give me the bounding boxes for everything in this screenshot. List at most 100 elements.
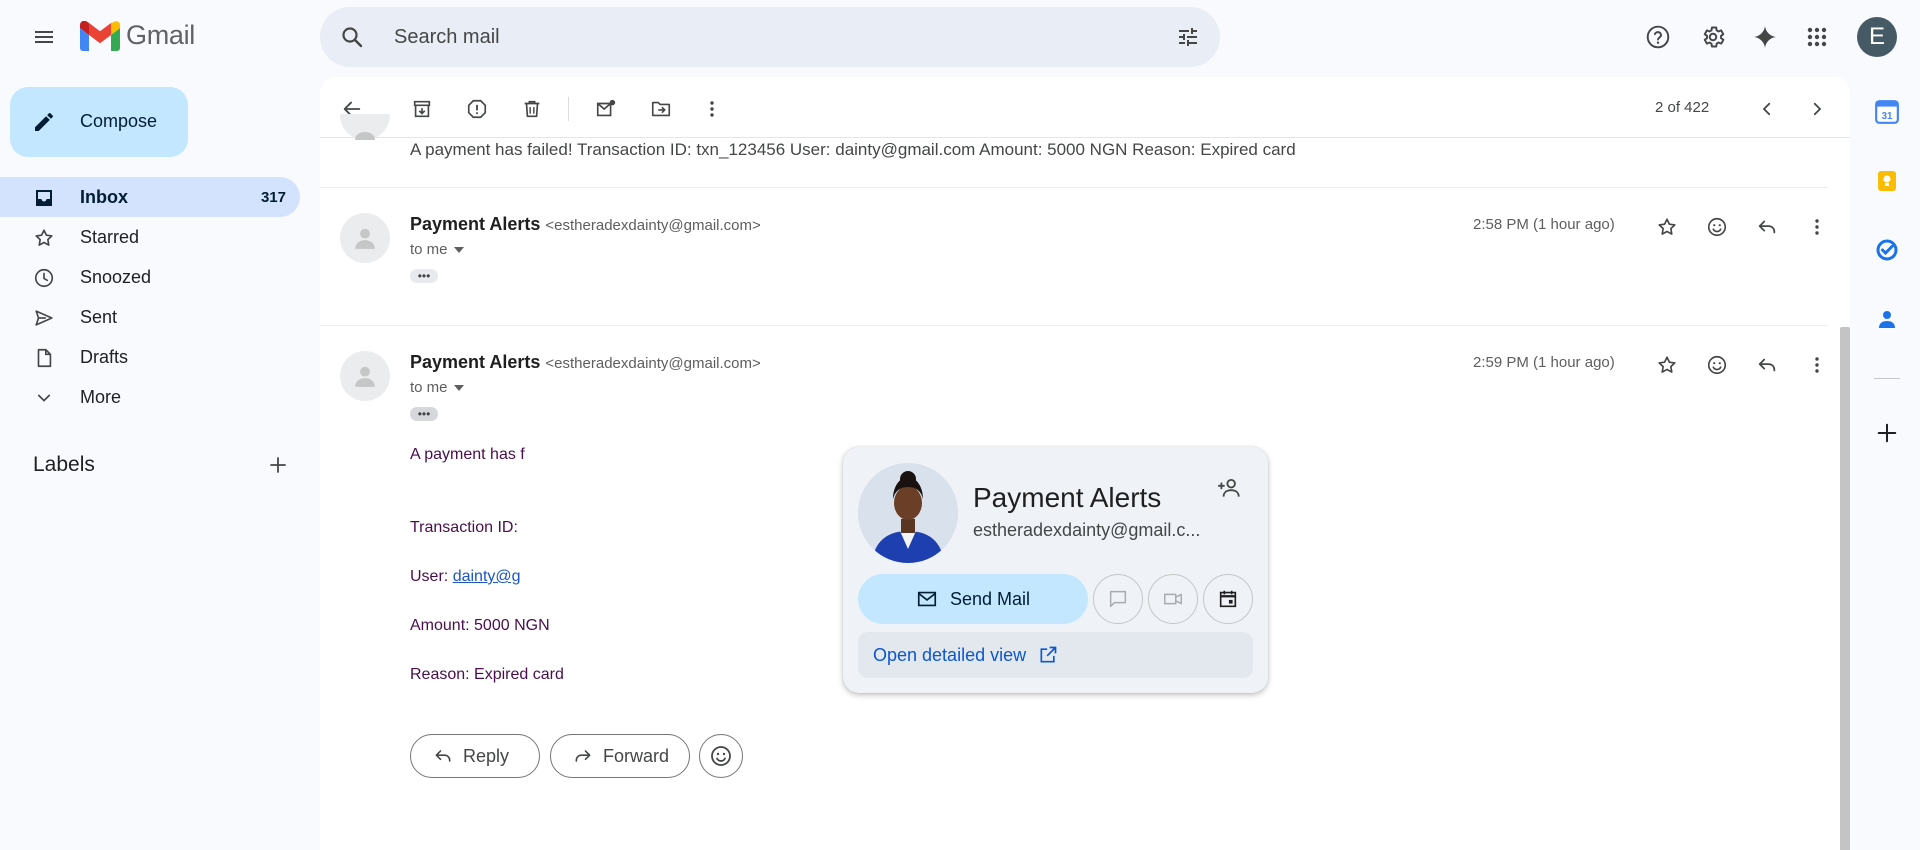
sidebar-item-more[interactable]: More (0, 377, 300, 417)
plus-icon (270, 457, 286, 473)
star-icon (1658, 218, 1676, 235)
move-to-folder-icon (651, 101, 671, 117)
mail-icon (917, 591, 937, 607)
search-button[interactable] (334, 19, 370, 55)
google-calendar-icon: 31 (1875, 100, 1899, 124)
reply-pill-button[interactable]: Reply (410, 734, 540, 778)
sidebar-item-label: Snoozed (80, 267, 152, 287)
reply-icon (1758, 358, 1776, 372)
message-body-amount: Amount: 5000 NGN (410, 617, 550, 634)
keep-app-button[interactable] (1871, 165, 1903, 197)
compose-button[interactable]: Compose (10, 87, 188, 157)
toolbar-divider (568, 97, 569, 121)
contacts-app-button[interactable] (1871, 303, 1903, 335)
main-menu-button[interactable] (20, 13, 68, 61)
sidebar-item-sent[interactable]: Sent (0, 297, 300, 337)
mark-unread-icon (596, 99, 616, 117)
message-divider (320, 325, 1828, 326)
sender-name-text: Payment Alerts (410, 214, 541, 234)
trash-icon (524, 100, 540, 118)
person-add-icon (1218, 478, 1240, 497)
tasks-app-button[interactable] (1871, 234, 1903, 266)
contact-name: Payment Alerts (973, 482, 1162, 513)
labels-heading: Labels (33, 453, 95, 476)
show-trimmed-content-button[interactable]: ••• (410, 269, 438, 283)
reply-button[interactable] (1747, 345, 1787, 385)
star-button[interactable] (1647, 345, 1687, 385)
sidebar-item-drafts[interactable]: Drafts (0, 337, 300, 377)
person-icon (355, 132, 375, 140)
scrollbar-thumb[interactable] (1840, 327, 1850, 850)
more-vert-icon (710, 101, 714, 117)
older-button[interactable] (1797, 89, 1837, 129)
sidebar-item-snoozed[interactable]: Snoozed (0, 257, 300, 297)
reply-button[interactable] (1747, 207, 1787, 247)
emoji-icon (1707, 355, 1727, 375)
search-input[interactable] (394, 19, 1114, 55)
move-to-button[interactable] (641, 89, 681, 129)
show-trimmed-content-button[interactable]: ••• (410, 407, 438, 421)
gemini-button[interactable] (1741, 13, 1789, 61)
pagination-label: 2 of 422 (1655, 99, 1710, 116)
delete-button[interactable] (512, 89, 552, 129)
settings-button[interactable] (1689, 13, 1737, 61)
contacts-icon (1879, 311, 1895, 328)
message-more-button[interactable] (1797, 207, 1837, 247)
star-button[interactable] (1647, 207, 1687, 247)
search-icon (342, 27, 363, 48)
reply-icon (435, 750, 451, 762)
report-spam-button[interactable] (457, 89, 497, 129)
caret-down-icon (453, 384, 464, 391)
star-icon (32, 226, 56, 250)
sender-name[interactable]: Payment Alerts <estheradexdainty@gmail.c… (410, 214, 761, 235)
user-email-link[interactable]: dainty@g (453, 568, 521, 585)
apps-button[interactable] (1793, 13, 1841, 61)
sidebar-item-starred[interactable]: Starred (0, 217, 300, 257)
account-avatar[interactable]: E (1857, 17, 1897, 57)
gmail-logo[interactable]: Gmail (80, 20, 195, 51)
forward-pill-button[interactable]: Forward (550, 734, 690, 778)
tune-icon (1179, 28, 1197, 46)
add-contact-button[interactable] (1213, 472, 1245, 504)
send-mail-button[interactable]: Send Mail (858, 574, 1088, 624)
schedule-event-button[interactable] (1203, 574, 1253, 624)
add-reaction-button[interactable] (1697, 345, 1737, 385)
add-reaction-button[interactable] (1697, 207, 1737, 247)
sidebar-nav: Inbox 317 Starred Snoozed Sent Drafts Mo… (0, 177, 300, 417)
recipients-toggle[interactable]: to me (410, 379, 464, 396)
newer-button[interactable] (1747, 89, 1787, 129)
archive-button[interactable] (402, 89, 442, 129)
message-toolbar: 2 of 422 (320, 77, 1850, 138)
chat-button[interactable] (1093, 574, 1143, 624)
mark-unread-button[interactable] (586, 89, 626, 129)
message-more-button[interactable] (1797, 345, 1837, 385)
sender-avatar[interactable] (340, 213, 390, 263)
forward-icon (575, 750, 591, 762)
message-body-transaction: Transaction ID: (410, 519, 518, 536)
video-call-button[interactable] (1148, 574, 1198, 624)
calendar-app-button[interactable]: 31 (1871, 96, 1903, 128)
help-button[interactable] (1634, 13, 1682, 61)
search-options-button[interactable] (1164, 13, 1212, 61)
message-timestamp: 2:58 PM (1 hour ago) (1473, 216, 1615, 233)
sidebar-item-inbox[interactable]: Inbox 317 (0, 177, 300, 217)
get-addons-button[interactable] (1871, 417, 1903, 449)
sender-name[interactable]: Payment Alerts <estheradexdainty@gmail.c… (410, 352, 761, 373)
hamburger-icon (35, 31, 53, 43)
inbox-count-badge: 317 (260, 189, 286, 206)
more-options-button[interactable] (692, 89, 732, 129)
archive-icon (413, 100, 431, 118)
chat-icon (1109, 590, 1127, 608)
reaction-pill-button[interactable] (699, 734, 743, 778)
tasks-icon (1876, 239, 1898, 261)
message-body-reason: Reason: Expired card (410, 666, 564, 683)
contact-email: estheradexdainty@gmail.c... (973, 520, 1201, 540)
more-vert-icon (1815, 219, 1819, 235)
sender-avatar[interactable] (340, 351, 390, 401)
message-snippet[interactable]: A payment has failed! Transaction ID: tx… (410, 140, 1296, 160)
open-detailed-view-link[interactable]: Open detailed view (858, 632, 1253, 678)
message-view: 2 of 422 A payment has failed! Transacti… (320, 77, 1850, 850)
add-label-button[interactable] (264, 451, 292, 479)
calendar-icon (1219, 590, 1237, 608)
recipients-toggle[interactable]: to me (410, 241, 464, 258)
